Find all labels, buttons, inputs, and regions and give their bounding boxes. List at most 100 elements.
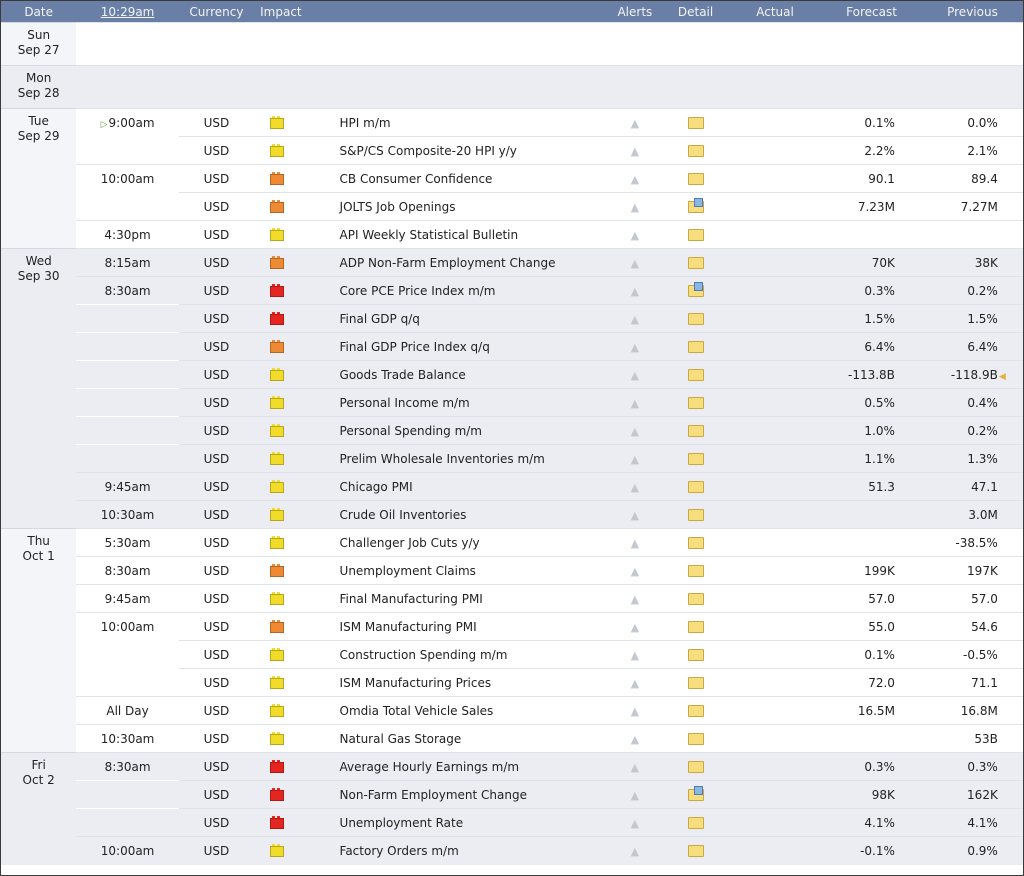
detail-cell[interactable]: [662, 808, 730, 837]
detail-cell[interactable]: [662, 332, 730, 361]
event-name[interactable]: Unemployment Rate: [331, 808, 608, 837]
impact-folder-icon[interactable]: [270, 703, 285, 717]
alert-cell[interactable]: ▲: [607, 724, 663, 753]
folder-icon[interactable]: [687, 593, 704, 605]
detail-cell[interactable]: [662, 724, 730, 753]
folder-icon[interactable]: [687, 341, 704, 353]
impact-cell[interactable]: [254, 612, 332, 641]
folder-icon[interactable]: [687, 257, 704, 269]
detail-cell[interactable]: [662, 192, 730, 221]
event-name[interactable]: Prelim Wholesale Inventories m/m: [331, 444, 608, 473]
impact-folder-icon[interactable]: [270, 283, 285, 297]
event-name[interactable]: HPI m/m: [331, 108, 608, 137]
bell-icon[interactable]: ▲: [631, 257, 639, 270]
detail-cell[interactable]: [662, 276, 730, 305]
impact-folder-icon[interactable]: [270, 647, 285, 661]
impact-folder-icon[interactable]: [270, 171, 285, 185]
impact-folder-icon[interactable]: [270, 143, 285, 157]
event-name[interactable]: Omdia Total Vehicle Sales: [331, 696, 608, 725]
impact-cell[interactable]: [254, 696, 332, 725]
impact-cell[interactable]: [254, 836, 332, 865]
alert-cell[interactable]: ▲: [607, 276, 663, 305]
alert-cell[interactable]: ▲: [607, 780, 663, 809]
impact-cell[interactable]: [254, 500, 332, 529]
event-name[interactable]: Personal Income m/m: [331, 388, 608, 417]
folder-icon[interactable]: [687, 705, 704, 717]
folder-icon[interactable]: [687, 677, 704, 689]
impact-cell[interactable]: [254, 444, 332, 473]
folder-icon[interactable]: [687, 649, 704, 661]
alert-cell[interactable]: ▲: [607, 696, 663, 725]
detail-cell[interactable]: [662, 472, 730, 501]
detail-cell[interactable]: [662, 668, 730, 697]
folder-icon[interactable]: [687, 117, 704, 129]
folder-icon[interactable]: [687, 621, 704, 633]
detail-cell[interactable]: [662, 304, 730, 333]
alert-cell[interactable]: ▲: [607, 444, 663, 473]
bell-icon[interactable]: ▲: [631, 537, 639, 550]
impact-folder-icon[interactable]: [270, 479, 285, 493]
alert-cell[interactable]: ▲: [607, 472, 663, 501]
impact-cell[interactable]: [254, 248, 332, 277]
impact-folder-icon[interactable]: [270, 591, 285, 605]
alert-cell[interactable]: ▲: [607, 304, 663, 333]
folder-icon[interactable]: [687, 761, 704, 773]
alert-cell[interactable]: ▲: [607, 668, 663, 697]
folder-icon[interactable]: [687, 509, 704, 521]
impact-cell[interactable]: [254, 668, 332, 697]
event-name[interactable]: Non-Farm Employment Change: [331, 780, 608, 809]
detail-cell[interactable]: [662, 584, 730, 613]
bell-icon[interactable]: ▲: [631, 117, 639, 130]
event-name[interactable]: Core PCE Price Index m/m: [331, 276, 608, 305]
folder-icon[interactable]: [687, 565, 704, 577]
detail-cell[interactable]: [662, 136, 730, 165]
alert-cell[interactable]: ▲: [607, 136, 663, 165]
folder-icon[interactable]: [687, 537, 704, 549]
impact-cell[interactable]: [254, 752, 332, 781]
event-name[interactable]: ISM Manufacturing Prices: [331, 668, 608, 697]
impact-cell[interactable]: [254, 808, 332, 837]
alert-cell[interactable]: ▲: [607, 640, 663, 669]
event-name[interactable]: API Weekly Statistical Bulletin: [331, 220, 608, 249]
impact-cell[interactable]: [254, 332, 332, 361]
impact-cell[interactable]: [254, 136, 332, 165]
event-name[interactable]: Unemployment Claims: [331, 556, 608, 585]
alert-cell[interactable]: ▲: [607, 164, 663, 193]
impact-cell[interactable]: [254, 724, 332, 753]
bell-icon[interactable]: ▲: [631, 677, 639, 690]
event-name[interactable]: Challenger Job Cuts y/y: [331, 528, 608, 557]
bell-icon[interactable]: ▲: [631, 313, 639, 326]
impact-folder-icon[interactable]: [270, 311, 285, 325]
folder-icon[interactable]: [687, 481, 704, 493]
impact-cell[interactable]: [254, 780, 332, 809]
impact-cell[interactable]: [254, 640, 332, 669]
bell-icon[interactable]: ▲: [631, 509, 639, 522]
bell-icon[interactable]: ▲: [631, 845, 639, 858]
detail-cell[interactable]: [662, 248, 730, 277]
detail-cell[interactable]: [662, 444, 730, 473]
event-name[interactable]: Crude Oil Inventories: [331, 500, 608, 529]
impact-folder-icon[interactable]: [270, 759, 285, 773]
header-time[interactable]: 10:29am: [76, 1, 179, 23]
bell-icon[interactable]: ▲: [631, 369, 639, 382]
event-name[interactable]: Final GDP q/q: [331, 304, 608, 333]
event-name[interactable]: ADP Non-Farm Employment Change: [331, 248, 608, 277]
folder-icon[interactable]: [687, 817, 704, 829]
alert-cell[interactable]: ▲: [607, 192, 663, 221]
event-name[interactable]: ISM Manufacturing PMI: [331, 612, 608, 641]
folder-icon[interactable]: [687, 453, 704, 465]
alert-cell[interactable]: ▲: [607, 836, 663, 865]
impact-folder-icon[interactable]: [270, 731, 285, 745]
folder-icon[interactable]: [687, 282, 704, 297]
impact-folder-icon[interactable]: [270, 675, 285, 689]
impact-cell[interactable]: [254, 164, 332, 193]
alert-cell[interactable]: ▲: [607, 360, 663, 389]
detail-cell[interactable]: [662, 388, 730, 417]
bell-icon[interactable]: ▲: [631, 341, 639, 354]
bell-icon[interactable]: ▲: [631, 789, 639, 802]
detail-cell[interactable]: [662, 416, 730, 445]
bell-icon[interactable]: ▲: [631, 565, 639, 578]
bell-icon[interactable]: ▲: [631, 481, 639, 494]
impact-folder-icon[interactable]: [270, 199, 285, 213]
impact-cell[interactable]: [254, 388, 332, 417]
